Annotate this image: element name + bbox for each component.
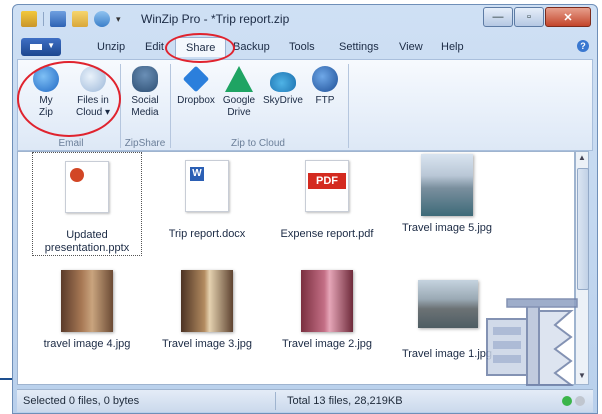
google-drive-icon: [225, 66, 253, 92]
cloud-files-icon: [80, 66, 106, 92]
photo-thumbnail: [418, 154, 476, 216]
google-drive-label-line1: Google: [222, 95, 256, 106]
file-name: Updated: [66, 229, 108, 241]
file-name: Expense report.pdf: [280, 228, 374, 240]
files-in-cloud-label-line2: Cloud ▾: [76, 107, 110, 118]
dropbox-label: Dropbox: [177, 95, 215, 106]
skydrive-icon: [270, 72, 296, 92]
green-status-icon: [562, 396, 572, 406]
tab-edit[interactable]: Edit: [145, 41, 164, 53]
tab-settings[interactable]: Settings: [339, 41, 379, 53]
folder-icon[interactable]: [72, 11, 88, 27]
window-controls: — ▫ ✕: [483, 7, 591, 27]
dropbox-button[interactable]: Dropbox: [174, 65, 218, 107]
extract-icon[interactable]: [50, 11, 66, 27]
ftp-label: FTP: [315, 95, 335, 106]
winzip-vise-logo-icon: [486, 298, 578, 386]
group-separator: [170, 64, 171, 148]
file-name-line2: presentation.pptx: [44, 242, 130, 254]
file-menu-icon: [30, 44, 42, 50]
close-button[interactable]: ✕: [545, 7, 591, 27]
my-zip-button[interactable]: My Zip: [26, 66, 66, 119]
scroll-up-icon[interactable]: ▲: [577, 153, 587, 165]
tab-share[interactable]: Share: [175, 37, 227, 57]
files-in-cloud-label-line1: Files in: [77, 95, 109, 106]
group-label-zipshare: ZipShare: [124, 138, 166, 149]
people-icon: [132, 66, 158, 92]
file-item-jpg-2[interactable]: Travel image 2.jpg: [272, 270, 382, 351]
skydrive-button[interactable]: SkyDrive: [260, 66, 306, 107]
google-drive-label-line2: Drive: [227, 107, 251, 118]
title-bar: ▾ WinZip Pro - *Trip report.zip — ▫ ✕: [13, 5, 597, 33]
group-label-zip-to-cloud: Zip to Cloud: [231, 138, 285, 149]
share-icon[interactable]: [94, 11, 110, 27]
quick-access-toolbar: ▾: [21, 11, 121, 27]
tab-backup[interactable]: Backup: [233, 41, 270, 53]
tab-tools[interactable]: Tools: [289, 41, 315, 53]
file-name: Trip report.docx: [168, 228, 246, 240]
social-media-label-line2: Media: [131, 107, 159, 118]
pdf-file-icon: PDF: [298, 160, 356, 222]
my-zip-label-line2: Zip: [39, 107, 53, 118]
file-item-docx[interactable]: W Trip report.docx: [152, 154, 262, 241]
help-icon[interactable]: ?: [577, 40, 589, 52]
docx-file-icon: W: [178, 160, 236, 222]
scrollbar-thumb[interactable]: [577, 168, 589, 290]
file-item-pdf[interactable]: PDF Expense report.pdf: [272, 154, 382, 241]
ribbon-tab-bar: ▼ Unzip Edit Share Backup Tools Settings…: [17, 37, 593, 59]
share-ribbon: My Zip Files in Cloud ▾ Email Social Med…: [17, 59, 593, 151]
window-title: WinZip Pro - *Trip report.zip: [141, 12, 290, 26]
social-media-label-line1: Social: [131, 95, 159, 106]
status-bar: Selected 0 files, 0 bytes Total 13 files…: [17, 389, 593, 412]
skydrive-label: SkyDrive: [262, 95, 303, 106]
quick-access-separator: [43, 12, 44, 26]
google-drive-button[interactable]: Google Drive: [218, 66, 260, 119]
file-name: travel image 4.jpg: [43, 338, 131, 350]
photo-thumbnail: [298, 270, 356, 332]
file-name: Travel image 3.jpg: [161, 338, 253, 350]
customize-dropdown-icon[interactable]: ▾: [116, 14, 121, 25]
photo-thumbnail: [418, 280, 478, 342]
tab-help[interactable]: Help: [441, 41, 464, 53]
gray-status-icon: [575, 396, 585, 406]
files-in-cloud-button[interactable]: Files in Cloud ▾: [70, 66, 116, 119]
social-media-button[interactable]: Social Media: [124, 66, 166, 119]
file-item-jpg-5[interactable]: Travel image 5.jpg: [392, 154, 502, 235]
tab-view[interactable]: View: [399, 41, 423, 53]
file-item-jpg-3[interactable]: Travel image 3.jpg: [152, 270, 262, 351]
file-menu-button[interactable]: ▼: [21, 38, 61, 56]
dropbox-icon: [182, 65, 210, 93]
cloud-upload-icon: [33, 66, 59, 92]
chevron-down-icon: ▼: [47, 41, 55, 50]
selection-status: Selected 0 files, 0 bytes: [23, 395, 140, 407]
pptx-file-icon: [58, 161, 116, 223]
group-separator: [348, 64, 349, 148]
minimize-button[interactable]: —: [483, 7, 513, 27]
status-indicators: [562, 396, 585, 406]
my-zip-label-line1: My: [39, 95, 53, 106]
file-item-pptx[interactable]: Updated presentation.pptx: [32, 152, 142, 256]
ftp-button[interactable]: FTP: [308, 66, 342, 107]
tab-unzip[interactable]: Unzip: [97, 41, 125, 53]
total-status: Total 13 files, 28,219KB: [287, 395, 403, 407]
photo-thumbnail: [178, 270, 236, 332]
maximize-button[interactable]: ▫: [514, 7, 544, 27]
winzip-window: ▾ WinZip Pro - *Trip report.zip — ▫ ✕ ▼ …: [12, 4, 598, 414]
status-separator: [275, 392, 276, 410]
file-name: Travel image 2.jpg: [281, 338, 373, 350]
file-item-jpg-4[interactable]: travel image 4.jpg: [32, 270, 142, 351]
group-separator: [120, 64, 121, 148]
group-label-email: Email: [58, 138, 84, 149]
photo-thumbnail: [58, 270, 116, 332]
winzip-app-icon[interactable]: [21, 11, 37, 27]
ftp-icon: [312, 66, 338, 92]
file-name: Travel image 5.jpg: [401, 222, 493, 234]
